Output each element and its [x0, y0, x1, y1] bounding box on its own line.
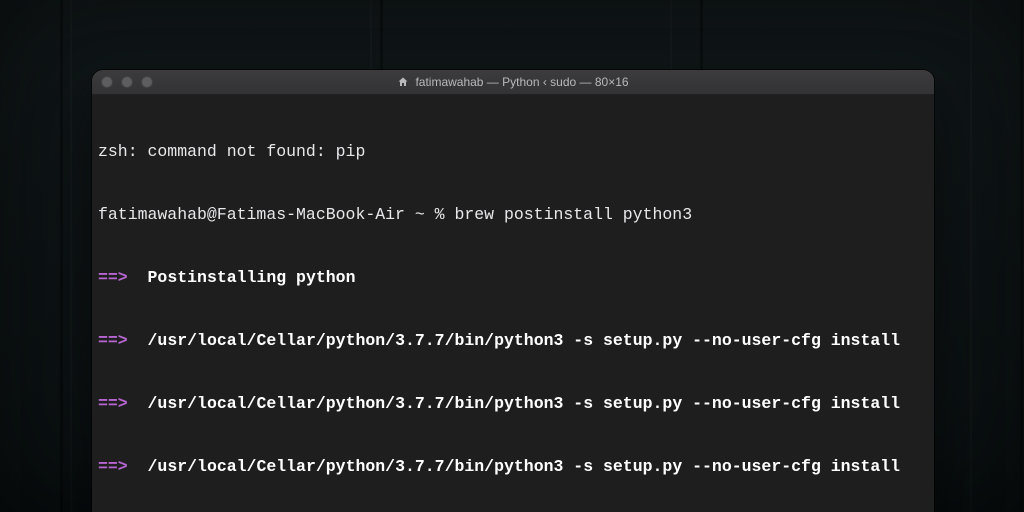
brew-cmd: /usr/local/Cellar/python/3.7.7/bin/pytho…	[148, 394, 901, 413]
terminal-line: zsh: command not found: pip	[98, 141, 928, 162]
zoom-button[interactable]	[141, 76, 153, 88]
terminal-line: ==> /usr/local/Cellar/python/3.7.7/bin/p…	[98, 456, 928, 477]
desktop-background: fatimawahab — Python ‹ sudo — 80×16 zsh:…	[0, 0, 1024, 512]
brew-cmd: /usr/local/Cellar/python/3.7.7/bin/pytho…	[148, 457, 901, 476]
arrow-icon: ==>	[98, 457, 128, 476]
minimize-button[interactable]	[121, 76, 133, 88]
terminal-window: fatimawahab — Python ‹ sudo — 80×16 zsh:…	[92, 70, 934, 512]
home-icon	[397, 76, 409, 88]
brew-step: Postinstalling python	[148, 268, 356, 287]
brew-cmd: /usr/local/Cellar/python/3.7.7/bin/pytho…	[148, 331, 901, 350]
arrow-icon: ==>	[98, 268, 128, 287]
terminal-line: ==> /usr/local/Cellar/python/3.7.7/bin/p…	[98, 393, 928, 414]
window-titlebar[interactable]: fatimawahab — Python ‹ sudo — 80×16	[92, 70, 934, 95]
terminal-line: ==> /usr/local/Cellar/python/3.7.7/bin/p…	[98, 330, 928, 351]
terminal-line: ==> Postinstalling python	[98, 267, 928, 288]
close-button[interactable]	[101, 76, 113, 88]
terminal-line: fatimawahab@Fatimas-MacBook-Air ~ % brew…	[98, 204, 928, 225]
terminal-body[interactable]: zsh: command not found: pip fatimawahab@…	[92, 95, 934, 512]
window-title-text: fatimawahab — Python ‹ sudo — 80×16	[415, 75, 628, 89]
arrow-icon: ==>	[98, 394, 128, 413]
traffic-lights	[101, 76, 153, 88]
arrow-icon: ==>	[98, 331, 128, 350]
window-title: fatimawahab — Python ‹ sudo — 80×16	[92, 75, 934, 89]
